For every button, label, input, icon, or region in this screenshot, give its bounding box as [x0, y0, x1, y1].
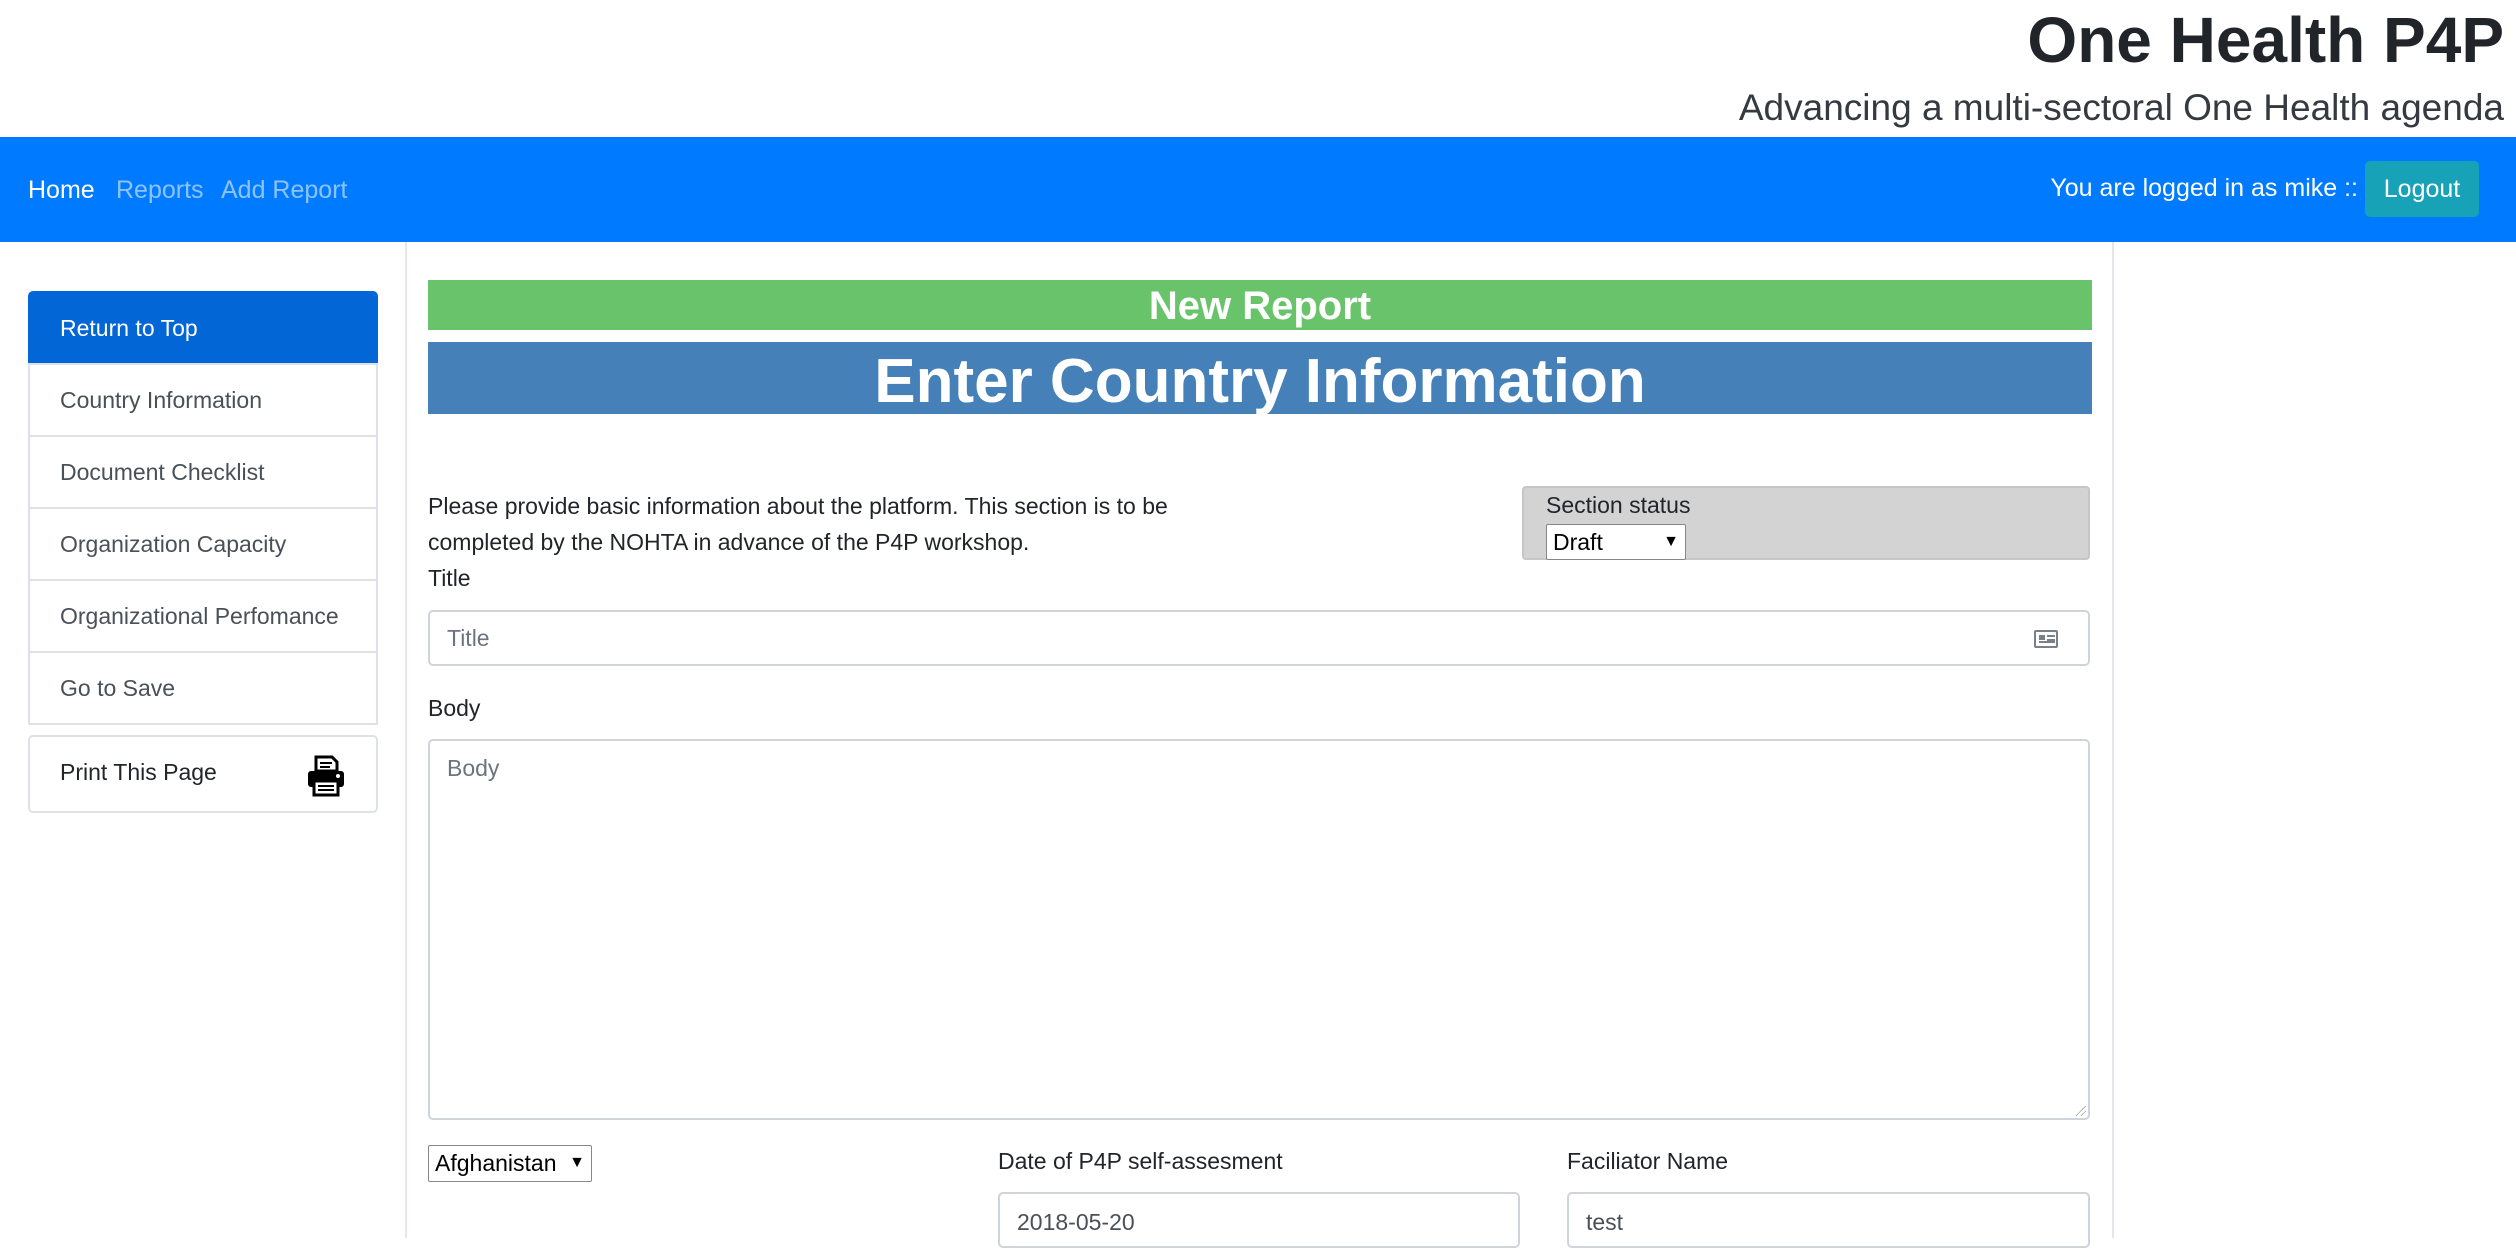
section-status-select[interactable]: Draft ▼: [1546, 524, 1686, 560]
title-label: Title: [428, 565, 471, 591]
chevron-down-icon: ▼: [569, 1154, 585, 1171]
section-title: Enter Country Information: [428, 342, 2092, 416]
print-page-button[interactable]: Print This Page: [28, 735, 378, 813]
facilitator-name-label: Faciliator Name: [1567, 1148, 1729, 1174]
body-textarea[interactable]: Body: [428, 739, 2090, 1120]
assessment-date-input[interactable]: 2018-05-20: [998, 1192, 1520, 1248]
body-placeholder: Body: [447, 755, 500, 781]
navbar: Home Reports Add Report You are logged i…: [0, 137, 2516, 242]
title-placeholder: Title: [447, 625, 490, 651]
printer-icon: [308, 755, 344, 797]
facilitator-name-input[interactable]: test: [1567, 1192, 2090, 1248]
right-column-divider: [2112, 242, 2114, 1238]
section-status-box: Section status Draft ▼: [1522, 486, 2090, 560]
new-report-banner: New Report: [428, 280, 2092, 330]
assessment-date-value: 2018-05-20: [1017, 1209, 1135, 1235]
site-subtitle: Advancing a multi-sectoral One Health ag…: [1738, 87, 2504, 128]
print-page-label: Print This Page: [60, 759, 217, 785]
site-title: One Health P4P: [2027, 4, 2504, 76]
title-input[interactable]: Title: [428, 610, 2090, 666]
id-card-icon: [2034, 630, 2058, 648]
nav-reports-link[interactable]: Reports: [116, 137, 204, 244]
sidebar-item-go-to-save[interactable]: Go to Save: [28, 651, 378, 725]
section-status-label: Section status: [1546, 492, 1691, 518]
sidebar-nav: Return to Top Country Information Docume…: [28, 291, 378, 813]
main-content: New Report Enter Country Information Ple…: [428, 280, 2092, 1248]
country-value: Afghanistan: [435, 1150, 557, 1176]
nav-home-link[interactable]: Home: [28, 137, 95, 244]
left-column-divider: [405, 242, 407, 1238]
brand-header: One Health P4P Advancing a multi-sectora…: [1739, 0, 2504, 129]
login-status-text: You are logged in as mike ::: [2050, 174, 2358, 202]
section-status-value: Draft: [1553, 529, 1603, 555]
country-select[interactable]: Afghanistan ▼: [428, 1145, 592, 1182]
sidebar-item-document-checklist[interactable]: Document Checklist: [28, 435, 378, 509]
sidebar-item-country-information[interactable]: Country Information: [28, 363, 378, 437]
nav-add-report-link[interactable]: Add Report: [221, 137, 347, 244]
assessment-date-label: Date of P4P self-assesment: [998, 1148, 1283, 1174]
chevron-down-icon: ▼: [1663, 533, 1679, 550]
resize-handle-icon[interactable]: [2076, 1106, 2086, 1116]
body-label: Body: [428, 695, 481, 721]
logout-button[interactable]: Logout: [2365, 161, 2479, 217]
facilitator-name-value: test: [1586, 1209, 1624, 1235]
sidebar-item-organizational-performance[interactable]: Organizational Perfomance: [28, 579, 378, 653]
sidebar-item-organization-capacity[interactable]: Organization Capacity: [28, 507, 378, 581]
section-intro-text: Please provide basic information about t…: [428, 493, 1168, 555]
sidebar-item-return-to-top[interactable]: Return to Top: [28, 291, 378, 365]
